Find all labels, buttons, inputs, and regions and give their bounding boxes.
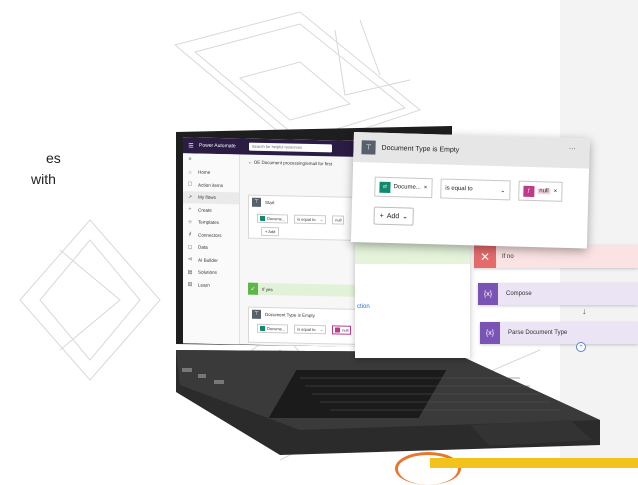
sidebar-item-ai-builder[interactable]: ⊲ AI Builder	[183, 253, 239, 267]
learn-icon: ▥	[187, 281, 193, 288]
sidebar-item-label: Learn	[198, 282, 210, 288]
card-title: Document Type is Empty	[265, 311, 315, 318]
operator-dropdown[interactable]: is equal to ⌄	[440, 178, 511, 201]
app-title: Power Automate	[199, 142, 236, 150]
condition-header[interactable]: ⊤ Document Type is Empty	[353, 132, 590, 169]
operator-label: is equal to	[297, 326, 316, 333]
close-icon: ✕	[474, 245, 496, 268]
value-chip[interactable]: null	[332, 325, 352, 335]
create-icon: +	[188, 206, 192, 213]
chevron-down-icon: ⌄	[500, 187, 506, 194]
sidebar-item-label: Solutions	[198, 269, 217, 276]
sidebar-item-label: Create	[198, 207, 212, 213]
parse-doc-label: Parse Document Type	[508, 330, 568, 336]
insert-step-icon[interactable]: +	[576, 342, 586, 352]
solutions-icon: ▤	[187, 269, 193, 276]
condition-icon: ⊤	[252, 309, 261, 319]
sidebar-item-templates[interactable]: ⊹ Templates	[183, 216, 239, 230]
home-icon: ⌂	[188, 169, 192, 176]
card-title: Start	[265, 199, 275, 205]
chip-remove-icon[interactable]: ×	[424, 185, 428, 191]
add-button[interactable]: + Add ⌄	[373, 206, 415, 226]
token-chip[interactable]: Docume...	[257, 213, 289, 224]
sidebar-item-solutions[interactable]: ▤ Solutions	[183, 266, 239, 280]
more-options-icon[interactable]: ...	[569, 142, 576, 151]
value-remove-icon[interactable]: ×	[554, 189, 558, 195]
expression-icon: ƒ	[523, 185, 535, 197]
variable-icon: {x}	[480, 322, 500, 344]
sidebar-item-label: Data	[198, 244, 208, 251]
flow-branch-panel: ction	[355, 240, 470, 358]
search-box[interactable]: Search for helpful resources	[249, 142, 332, 153]
compose-label: Compose	[506, 291, 532, 297]
chevron-down-icon: ⌄	[319, 327, 324, 333]
value-label: null	[335, 217, 342, 223]
condition-icon: ⊤	[252, 197, 261, 207]
chip-label: Docume...	[267, 216, 286, 222]
dynamic-content-icon: ⇄	[379, 181, 391, 193]
value-label: null	[342, 327, 349, 333]
token-chip[interactable]: Docume...	[257, 323, 289, 334]
operator-dropdown[interactable]: is equal to ⌄	[294, 324, 327, 335]
operator-label: is equal to	[445, 185, 473, 193]
yellow-accent-bar	[430, 458, 638, 468]
chevron-down-icon: ⌄	[402, 213, 409, 221]
value-chip[interactable]: ƒ null ×	[518, 180, 563, 202]
app-launcher-icon[interactable]: ☰	[183, 142, 199, 149]
sidebar-item-label: Templates	[198, 219, 219, 226]
chevron-down-icon: ⌄	[319, 217, 324, 223]
token-chip[interactable]: ⇄ Docume... ×	[374, 176, 433, 199]
arrow-down-icon: ↓	[582, 306, 587, 316]
nav-collapse[interactable]: ≡	[183, 153, 239, 167]
ai-builder-icon: ⊲	[187, 256, 193, 263]
sidebar-nav: ≡ ⌂ Home ☐ Action items ↗ My flows + Create ⊹ Tem…	[183, 153, 240, 345]
parse-document-type-action[interactable]: {x} Parse Document Type	[480, 322, 638, 344]
add-button[interactable]: + Add	[261, 226, 280, 237]
condition-title: Document Type is Empty	[381, 144, 460, 154]
value-chip[interactable]: null	[332, 215, 345, 225]
variable-icon: {x}	[478, 283, 498, 305]
sidebar-item-home[interactable]: ⌂ Home	[183, 166, 239, 180]
if-yes-label: If yes	[262, 286, 273, 292]
add-action-link[interactable]: ction	[357, 304, 370, 310]
chip-label: Docume...	[267, 326, 286, 332]
sidebar-item-action-items[interactable]: ☐ Action items	[183, 178, 239, 192]
sidebar-item-data[interactable]: ▢ Data	[183, 241, 239, 255]
action-items-icon: ☐	[187, 181, 193, 188]
sidebar-item-learn[interactable]: ▥ Learn	[183, 278, 239, 292]
sidebar-item-label: AI Builder	[198, 257, 218, 263]
check-icon: ✓	[248, 282, 258, 295]
sidebar-item-label: Connectors	[198, 232, 222, 238]
add-label: Add	[386, 212, 400, 220]
chip-label: Docume...	[393, 184, 421, 191]
compose-action[interactable]: {x} Compose	[478, 283, 638, 305]
if-no-branch[interactable]: ✕ If no	[474, 245, 638, 268]
sidebar-item-my-flows[interactable]: ↗ My flows	[183, 190, 239, 205]
templates-icon: ⊹	[187, 219, 193, 226]
sidebar-item-label: Home	[198, 169, 211, 176]
data-icon: ▢	[187, 244, 193, 251]
condition-card-zoomed[interactable]: ⊤ Document Type is Empty ... ⇄ Docume...…	[350, 132, 590, 249]
value-label: null	[537, 188, 551, 195]
sidebar-item-label: My flows	[198, 194, 216, 201]
my-flows-icon: ↗	[187, 194, 193, 201]
if-no-label: If no	[502, 253, 514, 260]
orange-badge-arc	[395, 452, 461, 485]
hamburger-icon: ≡	[188, 156, 192, 163]
breadcrumb-text: OE Document processing/email for first	[253, 159, 333, 166]
operator-dropdown[interactable]: is equal to ⌄	[294, 214, 327, 225]
sidebar-item-label: Action items	[198, 182, 224, 188]
condition-icon: ⊤	[361, 140, 376, 155]
operator-label: is equal to	[297, 216, 316, 223]
sidebar-item-connectors[interactable]: ∂ Connectors	[183, 228, 239, 242]
plus-icon: +	[379, 212, 384, 220]
connectors-icon: ∂	[188, 231, 192, 238]
condition-row: ⇄ Docume... × is equal to ⌄ ƒ null ×	[374, 176, 563, 202]
sidebar-item-create[interactable]: + Create	[183, 203, 239, 217]
